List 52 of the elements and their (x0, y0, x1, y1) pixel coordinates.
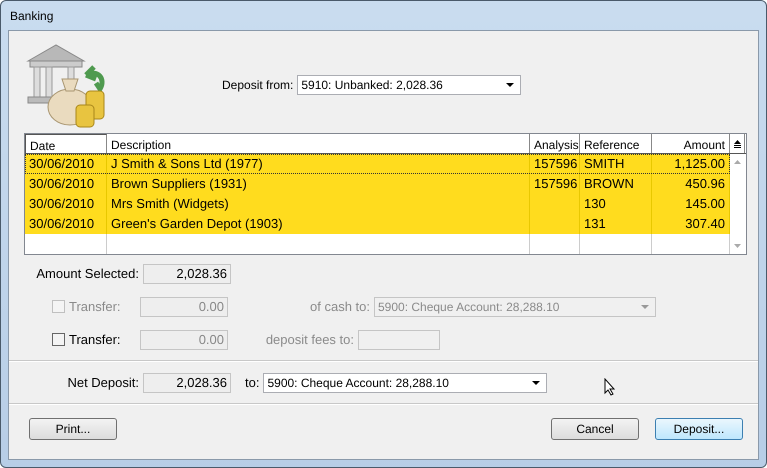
transfer-label: Transfer: (69, 299, 121, 314)
table-cell: Mrs Smith (Widgets) (111, 196, 229, 211)
deposit-from-dropdown[interactable]: 5910: Unbanked: 2,028.36 (297, 75, 522, 95)
caret-icon (506, 83, 514, 87)
caret-icon (532, 380, 540, 384)
table-cell: J Smith & Sons Ltd (1977) (111, 156, 263, 171)
transfer-target-label: deposit fees to: (264, 332, 355, 347)
deposit-button[interactable]: Deposit... (655, 418, 743, 440)
column-header[interactable]: Reference (580, 134, 652, 153)
table-cell: 30/06/2010 (29, 176, 94, 191)
amount-selected-field: 2,028.36 (143, 264, 231, 284)
deposit-fees-field[interactable] (358, 330, 440, 350)
table-row[interactable]: 30/06/2010 Brown Suppliers (1931) 157596 BROWN 450.96 (25, 174, 730, 194)
table-cell: 131 (584, 216, 606, 231)
table-row[interactable]: 30/06/2010 Green's Garden Depot (1903) 131 307.40 (25, 214, 730, 234)
table-row[interactable]: 30/06/2010 J Smith & Sons Ltd (1977) 157596 SMITH 1,125.00 (25, 154, 730, 174)
cancel-button[interactable]: Cancel (551, 418, 639, 440)
table-cell: 30/06/2010 (29, 156, 94, 171)
to-label: to: (244, 375, 260, 390)
table-cell: 145.00 (685, 196, 725, 211)
print-button[interactable]: Print... (29, 418, 117, 440)
transfer-target-label: of cash to: (309, 299, 371, 314)
caret-icon (641, 304, 649, 308)
table-cell: 157596 (534, 176, 578, 191)
deposit-to-dropdown[interactable]: 5900: Cheque Account: 28,288.10 (263, 372, 548, 392)
table-cell: Brown Suppliers (1931) (111, 176, 247, 191)
table-cell: 157596 (534, 156, 578, 171)
transfer-label: Transfer: (69, 332, 121, 347)
net-deposit-field: 2,028.36 (143, 372, 231, 392)
deposit-from-label: Deposit from: (222, 78, 294, 92)
transfer-checkbox[interactable] (52, 333, 65, 346)
scroll-up-icon (734, 160, 741, 164)
scroll-down-icon (734, 244, 741, 248)
table-cell: 307.40 (685, 216, 725, 231)
column-header[interactable]: Description (107, 134, 530, 153)
column-header[interactable]: Analysis (530, 134, 580, 153)
table-cell: 30/06/2010 (29, 216, 94, 231)
table-cell: BROWN (584, 176, 634, 191)
net-deposit-label: Net Deposit: (66, 375, 140, 390)
window-title: Banking (10, 8, 54, 22)
column-header[interactable]: Amount (652, 134, 730, 153)
table-cell: 1,125.00 (674, 156, 725, 171)
table-row[interactable]: 30/06/2010 Mrs Smith (Widgets) 130 145.00 (25, 194, 730, 214)
table-cell: 30/06/2010 (29, 196, 94, 211)
table-cell: 130 (584, 196, 606, 211)
column-header[interactable]: Date (25, 134, 107, 153)
table-cell: SMITH (584, 156, 624, 171)
table-cell: Green's Garden Depot (1903) (111, 216, 283, 231)
sort-icon (734, 140, 740, 148)
table-cell: 450.96 (685, 176, 725, 191)
amount-selected-label: Amount Selected: (35, 266, 140, 281)
mouse-pointer-icon (604, 378, 616, 396)
